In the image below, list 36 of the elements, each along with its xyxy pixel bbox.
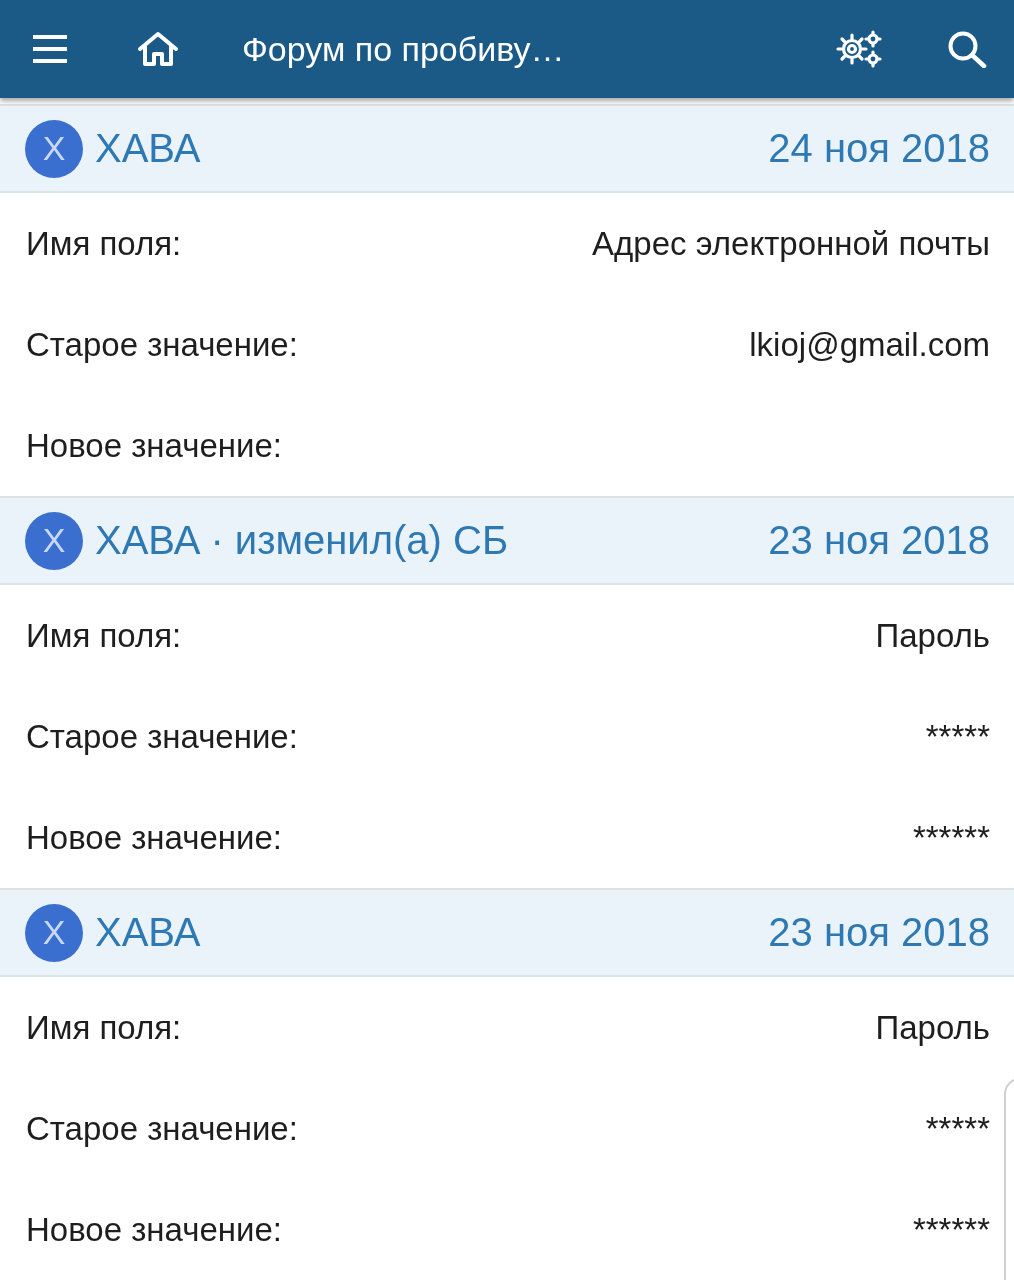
edit-note: · изменил(а) СБ xyxy=(210,518,509,563)
field-label: Имя поля: xyxy=(26,224,182,263)
search-button[interactable] xyxy=(947,30,987,68)
entry-date: 23 ноя 2018 xyxy=(768,910,990,955)
home-icon xyxy=(137,31,179,67)
field-value: ***** xyxy=(925,717,990,756)
field-value: Адрес электронной почты xyxy=(592,224,990,263)
settings-button[interactable] xyxy=(836,30,882,68)
author-link[interactable]: ХАВА xyxy=(95,518,201,563)
avatar[interactable]: Х xyxy=(25,903,83,962)
home-button[interactable] xyxy=(137,31,179,67)
field-label: Имя поля: xyxy=(26,616,182,655)
field-label: Новое значение: xyxy=(26,818,282,857)
forum-title: Форум по пробиву… xyxy=(242,29,566,69)
search-icon xyxy=(947,30,987,68)
field-label: Имя поля: xyxy=(26,1008,182,1047)
settings-icon xyxy=(836,30,882,68)
entry-date: 24 ноя 2018 xyxy=(768,126,990,171)
menu-icon xyxy=(33,35,67,63)
entry-date: 23 ноя 2018 xyxy=(768,518,990,563)
author-link[interactable]: ХАВА xyxy=(95,126,201,171)
field-label: Старое значение: xyxy=(26,717,298,756)
author-link[interactable]: ХАВА xyxy=(95,910,201,955)
field-value: lkioj@gmail.com xyxy=(749,325,990,364)
field-value: ***** xyxy=(925,1109,990,1148)
menu-button[interactable] xyxy=(33,35,67,63)
field-value: Пароль xyxy=(875,1008,990,1047)
field-label: Старое значение: xyxy=(26,325,298,364)
avatar[interactable]: Х xyxy=(25,511,83,570)
field-value: ****** xyxy=(912,818,990,857)
field-value: Пароль xyxy=(875,616,990,655)
avatar[interactable]: Х xyxy=(25,119,83,178)
field-label: Новое значение: xyxy=(26,1210,282,1249)
field-label: Старое значение: xyxy=(26,1109,298,1148)
field-value: ****** xyxy=(912,1210,990,1249)
field-label: Новое значение: xyxy=(26,426,282,465)
